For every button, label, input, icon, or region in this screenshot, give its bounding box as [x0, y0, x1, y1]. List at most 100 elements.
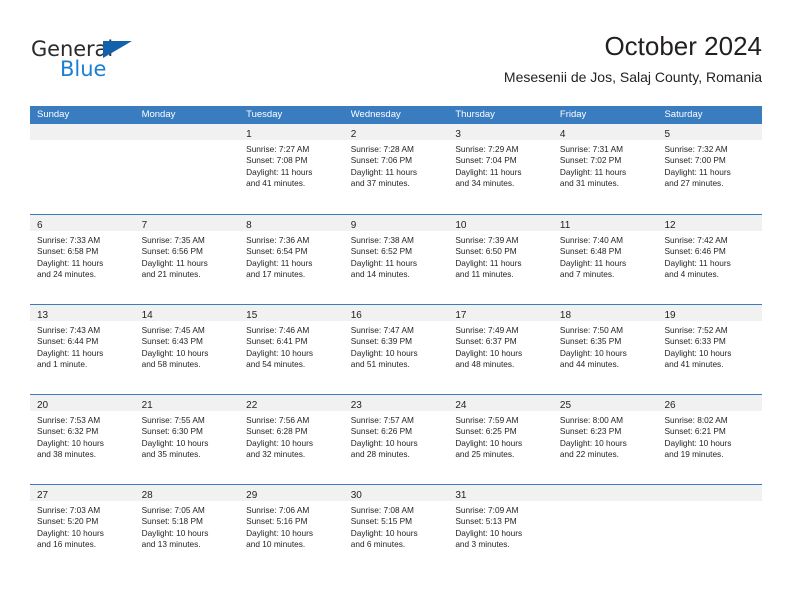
day-cell[interactable]: 31 Sunrise: 7:09 AM Sunset: 5:13 PM Dayligh…: [448, 485, 553, 574]
day-details: Sunrise: 7:46 AM Sunset: 6:41 PM Daylight:…: [239, 321, 344, 371]
day-cell[interactable]: 11 Sunrise: 7:40 AM Sunset: 6:48 PM Dayligh…: [552, 215, 658, 304]
day-cell[interactable]: 16 Sunrise: 7:47 AM Sunset: 6:39 PM Dayligh…: [343, 305, 449, 394]
daylight-text-line2: and 21 minutes.: [141, 269, 201, 280]
day-cell[interactable]: 27 Sunrise: 7:03 AM Sunset: 5:20 PM Dayligh…: [30, 485, 135, 574]
day-cell[interactable]: 29 Sunrise: 7:06 AM Sunset: 5:16 PM Dayligh…: [239, 485, 344, 574]
day-cell[interactable]: 20 Sunrise: 7:53 AM Sunset: 6:32 PM Dayligh…: [30, 395, 135, 484]
day-cell[interactable]: 26 Sunrise: 8:02 AM Sunset: 6:21 PM Dayligh…: [657, 395, 763, 484]
day-cell[interactable]: 17 Sunrise: 7:49 AM Sunset: 6:37 PM Dayligh…: [448, 305, 553, 394]
day-details: Sunrise: 7:55 AM Sunset: 6:30 PM Daylight:…: [135, 411, 240, 461]
daylight-text-line1: Daylight: 11 hours: [664, 166, 731, 177]
daylight-text-line2: and 13 minutes.: [141, 539, 201, 550]
day-cell[interactable]: 2 Sunrise: 7:28 AM Sunset: 7:06 PM Daylight…: [343, 124, 449, 214]
weekday-header-tuesday: Tuesday: [246, 109, 283, 120]
daylight-text-line1: Daylight: 10 hours: [664, 437, 732, 448]
daylight-text-line1: Daylight: 10 hours: [455, 437, 523, 448]
sunrise-text: Sunrise: 7:31 AM: [559, 144, 624, 154]
day-cell[interactable]: 15 Sunrise: 7:46 AM Sunset: 6:41 PM Dayligh…: [239, 305, 344, 394]
day-cell[interactable]: 22 Sunrise: 7:56 AM Sunset: 6:28 PM Dayligh…: [239, 395, 344, 484]
day-number: 22: [246, 400, 258, 411]
daylight-text-line2: and 16 minutes.: [37, 539, 97, 550]
day-cell[interactable]: 18 Sunrise: 7:50 AM Sunset: 6:35 PM Dayligh…: [552, 305, 658, 394]
sunset-text: Sunset: 6:26 PM: [350, 426, 413, 437]
day-number-band: 24: [448, 395, 553, 411]
day-number-band: 31: [448, 485, 553, 501]
day-details: Sunrise: 7:32 AM Sunset: 7:00 PM Daylight:…: [657, 140, 762, 190]
day-number: 1: [246, 129, 252, 140]
day-details: Sunrise: 7:56 AM Sunset: 6:28 PM Daylight:…: [239, 411, 344, 461]
day-details: Sunrise: 7:39 AM Sunset: 6:50 PM Daylight:…: [448, 231, 553, 281]
page-title: October 2024: [604, 31, 762, 61]
day-details: [553, 501, 658, 505]
day-number-band: 6: [30, 215, 135, 231]
day-cell[interactable]: 25 Sunrise: 8:00 AM Sunset: 6:23 PM Dayligh…: [552, 395, 658, 484]
day-number-band: 11: [552, 215, 658, 231]
day-details: Sunrise: 7:33 AM Sunset: 6:58 PM Daylight:…: [30, 231, 135, 281]
sunset-text: Sunset: 6:35 PM: [559, 336, 622, 347]
day-cell[interactable]: 21 Sunrise: 7:55 AM Sunset: 6:30 PM Dayligh…: [134, 395, 240, 484]
day-number: 2: [350, 129, 357, 140]
day-number-band: 25: [552, 395, 658, 411]
day-number-band: 17: [448, 305, 553, 321]
day-details: Sunrise: 7:36 AM Sunset: 6:54 PM Daylight:…: [239, 231, 344, 281]
daylight-text-line2: and 10 minutes.: [246, 539, 306, 550]
day-cell[interactable]: 3 Sunrise: 7:29 AM Sunset: 7:04 PM Daylight…: [448, 124, 553, 214]
day-cell[interactable]: 24 Sunrise: 7:59 AM Sunset: 6:25 PM Dayligh…: [448, 395, 553, 484]
sunset-text: Sunset: 6:48 PM: [559, 246, 622, 257]
day-number: 30: [350, 490, 362, 501]
day-number-band: 9: [343, 215, 449, 231]
daylight-text-line2: and 41 minutes.: [664, 359, 724, 370]
weekday-header-wednesday: Wednesday: [350, 109, 401, 120]
day-number: 18: [559, 310, 572, 321]
day-number: 12: [664, 220, 676, 231]
sunrise-text: Sunrise: 7:59 AM: [455, 415, 519, 425]
sunrise-text: Sunrise: 7:55 AM: [141, 415, 205, 425]
day-cell[interactable]: 6 Sunrise: 7:33 AM Sunset: 6:58 PM Daylight…: [30, 215, 135, 304]
daylight-text-line2: and 58 minutes.: [141, 359, 201, 370]
title-block: October 2024 Mesesenii de Jos, Salaj Cou…: [504, 30, 762, 86]
day-cell[interactable]: 19 Sunrise: 7:52 AM Sunset: 6:33 PM Dayligh…: [657, 305, 763, 394]
day-cell[interactable]: 13 Sunrise: 7:43 AM Sunset: 6:44 PM Dayligh…: [30, 305, 135, 394]
daylight-text-line1: Daylight: 11 hours: [559, 166, 627, 177]
day-number: 4: [559, 129, 566, 140]
calendar-grid: Sunday Monday Tuesday Wednesday Thursday Frid…: [30, 106, 763, 574]
day-number: 15: [246, 310, 258, 321]
day-cell[interactable]: 14 Sunrise: 7:45 AM Sunset: 6:43 PM Dayligh…: [134, 305, 240, 394]
day-cell[interactable]: 4 Sunrise: 7:31 AM Sunset: 7:02 PM Daylight…: [552, 124, 658, 214]
day-cell[interactable]: 28 Sunrise: 7:05 AM Sunset: 5:18 PM Dayligh…: [134, 485, 240, 574]
day-cell[interactable]: 12 Sunrise: 7:42 AM Sunset: 6:46 PM Dayligh…: [657, 215, 763, 304]
daylight-text-line1: Daylight: 10 hours: [350, 527, 418, 538]
daylight-text-line2: and 37 minutes.: [350, 178, 410, 189]
day-cell[interactable]: 10 Sunrise: 7:39 AM Sunset: 6:50 PM Dayligh…: [448, 215, 553, 304]
weekday-header-saturday: Saturday: [664, 109, 703, 120]
day-cell[interactable]: 5 Sunrise: 7:32 AM Sunset: 7:00 PM Daylight…: [657, 124, 763, 214]
day-details: Sunrise: 7:35 AM Sunset: 6:56 PM Daylight:…: [135, 231, 240, 281]
day-details: Sunrise: 7:28 AM Sunset: 7:06 PM Daylight:…: [344, 140, 449, 190]
day-details: Sunrise: 8:02 AM Sunset: 6:21 PM Daylight:…: [657, 411, 762, 461]
day-cell[interactable]: 9 Sunrise: 7:38 AM Sunset: 6:52 PM Daylight…: [343, 215, 449, 304]
daylight-text-line2: and 24 minutes.: [37, 269, 97, 280]
day-number-band: 22: [239, 395, 344, 411]
day-number: 3: [455, 129, 461, 140]
daylight-text-line1: Daylight: 10 hours: [37, 437, 104, 448]
day-cell[interactable]: 7 Sunrise: 7:35 AM Sunset: 6:56 PM Daylight…: [134, 215, 240, 304]
day-number-band: 29: [239, 485, 344, 501]
calendar-week-row: 6 Sunrise: 7:33 AM Sunset: 6:58 PM Daylight…: [30, 214, 763, 304]
daylight-text-line2: and 31 minutes.: [559, 178, 619, 189]
sunset-text: Sunset: 7:00 PM: [664, 155, 726, 166]
day-number: 31: [455, 490, 467, 501]
sunset-text: Sunset: 6:28 PM: [246, 426, 308, 437]
daylight-text-line1: Daylight: 11 hours: [350, 257, 417, 268]
sunrise-text: Sunrise: 7:35 AM: [141, 235, 205, 245]
day-number: 8: [246, 220, 252, 231]
day-number-band: 20: [30, 395, 135, 411]
day-cell[interactable]: 8 Sunrise: 7:36 AM Sunset: 6:54 PM Daylight…: [239, 215, 344, 304]
daylight-text-line1: Daylight: 11 hours: [246, 166, 313, 177]
day-cell[interactable]: 30 Sunrise: 7:08 AM Sunset: 5:15 PM Dayligh…: [343, 485, 449, 574]
day-cell[interactable]: 1 Sunrise: 7:27 AM Sunset: 7:08 PM Daylight…: [239, 124, 344, 214]
daylight-text-line1: Daylight: 11 hours: [455, 166, 522, 177]
day-number-band: [552, 485, 658, 501]
day-cell[interactable]: 23 Sunrise: 7:57 AM Sunset: 6:26 PM Dayligh…: [343, 395, 449, 484]
day-details: [30, 140, 135, 144]
sunrise-text: Sunrise: 7:47 AM: [350, 325, 414, 335]
